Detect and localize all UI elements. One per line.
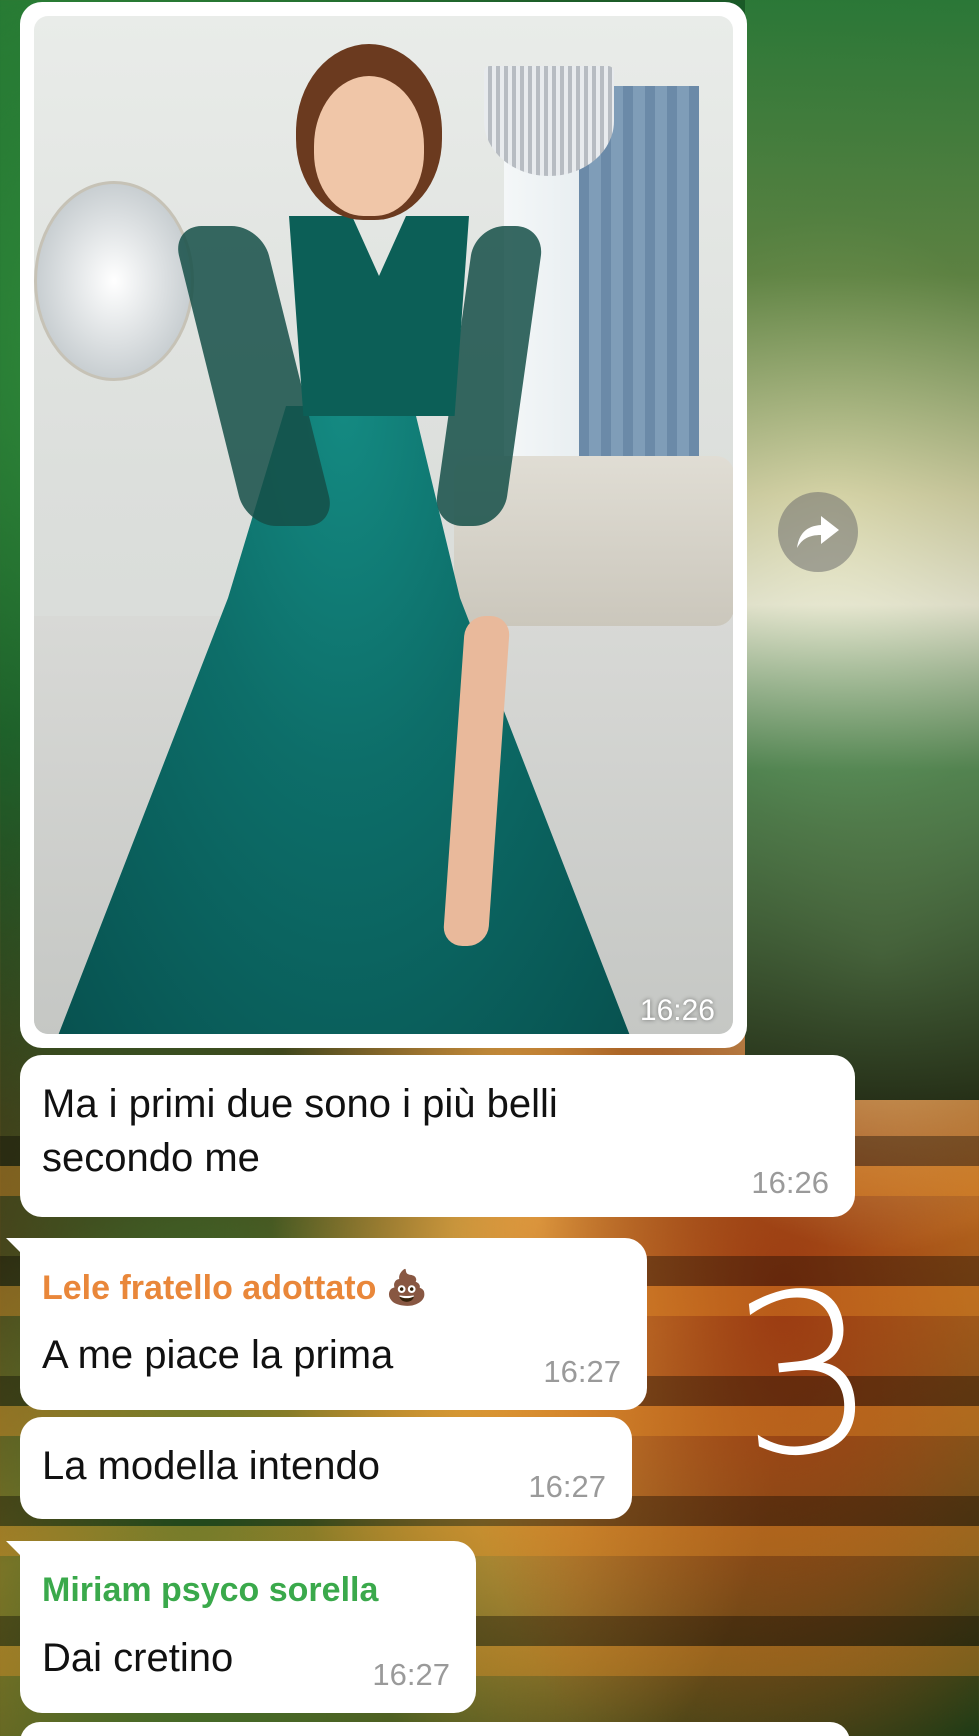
forward-button[interactable] — [778, 492, 858, 572]
photo-mirror — [34, 181, 194, 381]
dress-photo[interactable]: 16:26 — [34, 16, 733, 1034]
message-text: Dai cretino — [42, 1636, 234, 1680]
message-bubble[interactable]: La modella intendo 16:27 — [20, 1417, 632, 1519]
image-message-time: 16:26 — [639, 994, 715, 1027]
sender-name[interactable]: Miriam psyco sorella — [42, 1571, 378, 1610]
photo-chandelier — [484, 66, 614, 176]
photo-bodice — [289, 216, 469, 416]
message-bubble[interactable]: Lele fratello adottato 💩 A me piace la p… — [6, 1238, 647, 1410]
photo-model-head — [314, 76, 424, 216]
message-text: La modella intendo — [42, 1444, 381, 1488]
message-bubble-partial[interactable] — [20, 1722, 850, 1736]
bubble-tail — [6, 1541, 28, 1563]
wallpaper-right — [745, 0, 979, 1100]
forward-icon — [797, 516, 839, 548]
sender-name[interactable]: Lele fratello adottato 💩 — [42, 1268, 428, 1308]
message-bubble[interactable]: Ma i primi due sono i più belli secondo … — [20, 1055, 855, 1217]
message-time: 16:26 — [751, 1165, 829, 1200]
bubble-tail — [6, 1238, 28, 1260]
message-time: 16:27 — [528, 1469, 606, 1504]
message-text: A me piace la prima — [42, 1333, 394, 1377]
handwritten-annotation: 3 — [722, 1240, 888, 1510]
message-time: 16:27 — [372, 1657, 450, 1692]
message-time: 16:27 — [543, 1354, 621, 1389]
message-text: Ma i primi due sono i più belli secondo … — [42, 1082, 558, 1180]
message-bubble[interactable]: Miriam psyco sorella Dai cretino 16:27 — [6, 1541, 476, 1713]
image-message[interactable]: 16:26 — [20, 2, 747, 1048]
